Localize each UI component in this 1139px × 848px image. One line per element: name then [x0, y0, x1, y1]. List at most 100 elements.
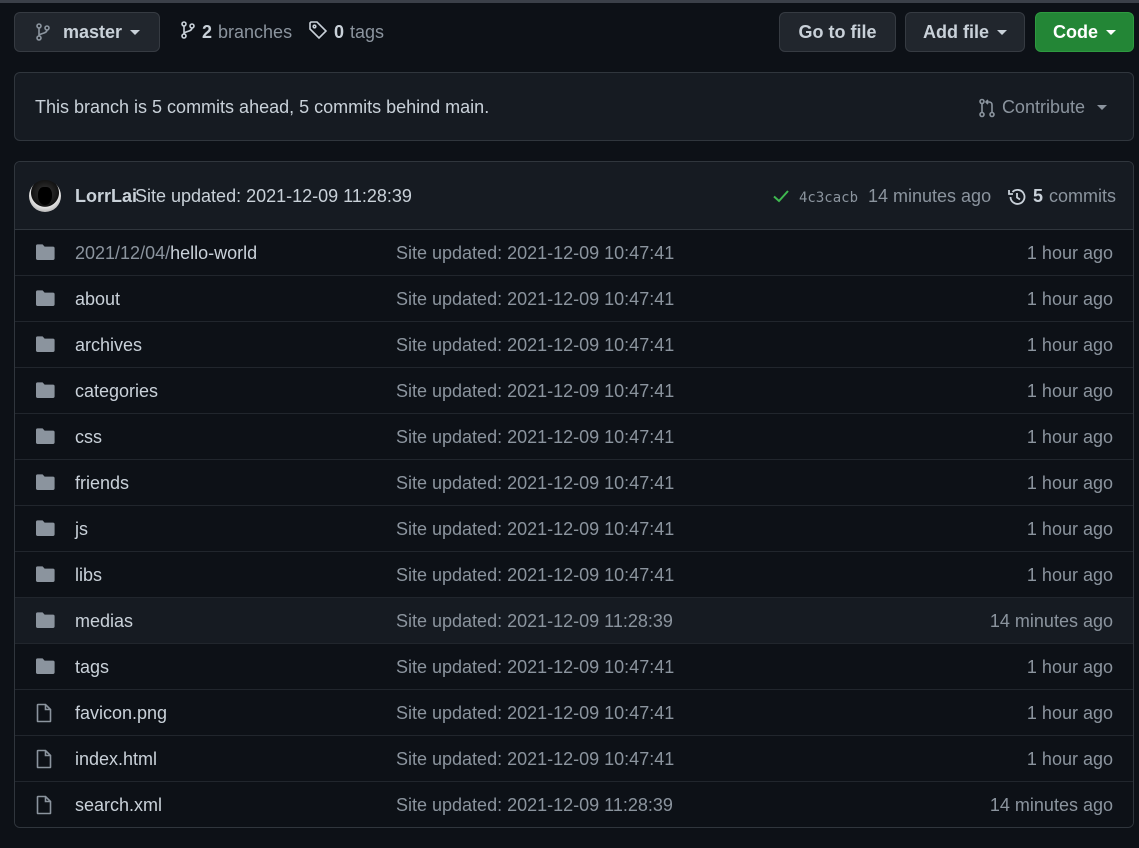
file-name-link[interactable]: categories	[75, 381, 158, 402]
chevron-down-icon	[130, 29, 141, 35]
file-icon	[35, 703, 55, 723]
folder-icon	[35, 381, 55, 401]
go-to-file-button[interactable]: Go to file	[779, 12, 896, 52]
file-commit-message[interactable]: Site updated: 2021-12-09 10:47:41	[396, 335, 674, 356]
commit-sha[interactable]: 4c3cacb	[799, 190, 858, 206]
add-file-button[interactable]: Add file	[905, 12, 1025, 52]
file-name: search.xml	[75, 795, 163, 815]
commit-message[interactable]: Site updated: 2021-12-09 11:28:39	[135, 186, 412, 207]
avatar[interactable]	[29, 180, 61, 212]
file-commit-message[interactable]: Site updated: 2021-12-09 10:47:41	[396, 289, 674, 310]
commits-count: 5	[1033, 186, 1044, 206]
table-row[interactable]: categories Site updated: 2021-12-09 10:47…	[15, 368, 1133, 414]
file-name-link[interactable]: js	[75, 519, 88, 540]
file-age: 1 hour ago	[1026, 657, 1113, 677]
file-commit-message[interactable]: Site updated: 2021-12-09 10:47:41	[396, 381, 674, 402]
contribute-label: Contribute	[1001, 97, 1085, 117]
file-commit-message[interactable]: Site updated: 2021-12-09 10:47:41	[396, 243, 674, 264]
file-name-link[interactable]: tags	[75, 657, 109, 678]
table-row[interactable]: about Site updated: 2021-12-09 10:47:41 1 …	[15, 276, 1133, 322]
commit-author[interactable]: LorrLai	[75, 186, 137, 207]
table-row[interactable]: favicon.png Site updated: 2021-12-09 10:4…	[15, 690, 1133, 736]
tags-count: 0	[334, 21, 345, 42]
file-commit-message[interactable]: Site updated: 2021-12-09 10:47:41	[396, 427, 674, 448]
check-icon[interactable]	[772, 188, 790, 204]
code-button[interactable]: Code	[1035, 12, 1134, 52]
table-row[interactable]: index.html Site updated: 2021-12-09 10:47…	[15, 736, 1133, 782]
table-row[interactable]: friends Site updated: 2021-12-09 10:47:41…	[15, 460, 1133, 506]
folder-icon	[35, 335, 55, 355]
pull-request-icon	[978, 98, 996, 118]
add-file-label: Add file	[923, 21, 989, 42]
file-age: 1 hour ago	[1026, 335, 1113, 355]
branch-selector-button[interactable]: master	[14, 12, 160, 52]
file-name: libs	[75, 565, 103, 585]
branches-link[interactable]: 2 branches	[180, 12, 292, 52]
branches-label: branches	[218, 21, 293, 42]
folder-icon	[35, 427, 55, 447]
branch-status-box: This branch is 5 commits ahead, 5 commit…	[14, 72, 1134, 141]
folder-icon	[35, 243, 55, 263]
table-row[interactable]: search.xml Site updated: 2021-12-09 11:28…	[15, 782, 1133, 827]
git-branch-icon	[180, 20, 196, 44]
table-row[interactable]: js Site updated: 2021-12-09 10:47:41 1 hou…	[15, 506, 1133, 552]
file-name-link[interactable]: 2021/12/04/hello-world	[75, 243, 257, 264]
file-age: 14 minutes ago	[989, 795, 1113, 815]
branches-count: 2	[202, 21, 213, 42]
file-age: 14 minutes ago	[989, 611, 1113, 631]
file-name-link[interactable]: index.html	[75, 749, 157, 770]
latest-commit-header: LorrLai Site updated: 2021-12-09 11:28:3…	[15, 162, 1133, 230]
file-commit-message[interactable]: Site updated: 2021-12-09 11:28:39	[396, 611, 673, 632]
file-name: categories	[75, 381, 159, 401]
file-commit-message[interactable]: Site updated: 2021-12-09 10:47:41	[396, 703, 674, 724]
commit-time: 14 minutes ago	[868, 186, 992, 206]
file-commit-message[interactable]: Site updated: 2021-12-09 11:28:39	[396, 795, 673, 816]
file-name-link[interactable]: about	[75, 289, 120, 310]
file-name-link[interactable]: archives	[75, 335, 142, 356]
branch-name: master	[63, 21, 123, 42]
table-row[interactable]: 2021/12/04/hello-world Site updated: 2021…	[15, 230, 1133, 276]
file-age: 1 hour ago	[1026, 381, 1113, 401]
file-commit-message[interactable]: Site updated: 2021-12-09 10:47:41	[396, 657, 674, 678]
folder-icon	[35, 611, 55, 631]
table-row[interactable]: tags Site updated: 2021-12-09 10:47:41 1 h…	[15, 644, 1133, 690]
tags-link[interactable]: 0 tags	[308, 12, 384, 52]
file-name: medias	[75, 611, 134, 631]
git-branch-icon	[35, 23, 51, 41]
table-row[interactable]: css Site updated: 2021-12-09 10:47:41 1 ho…	[15, 414, 1133, 460]
table-row[interactable]: libs Site updated: 2021-12-09 10:47:41 1 h…	[15, 552, 1133, 598]
file-list: 2021/12/04/hello-world Site updated: 2021…	[15, 230, 1133, 827]
file-name-link[interactable]: search.xml	[75, 795, 162, 816]
code-label: Code	[1053, 21, 1098, 42]
chevron-down-icon	[997, 29, 1007, 35]
commits-history-link[interactable]: 5 commits	[1007, 186, 1116, 207]
file-name-link[interactable]: favicon.png	[75, 703, 167, 724]
file-age: 1 hour ago	[1026, 243, 1113, 263]
file-age: 1 hour ago	[1026, 703, 1113, 723]
file-commit-message[interactable]: Site updated: 2021-12-09 10:47:41	[396, 565, 674, 586]
file-commit-message[interactable]: Site updated: 2021-12-09 10:47:41	[396, 473, 674, 494]
repo-toolbar: master 2 branches 0 tags Go to file Add …	[14, 12, 1134, 52]
file-browser: LorrLai Site updated: 2021-12-09 11:28:3…	[14, 161, 1134, 828]
file-name-link[interactable]: css	[75, 427, 102, 448]
file-commit-message[interactable]: Site updated: 2021-12-09 10:47:41	[396, 519, 674, 540]
file-name: tags	[75, 657, 110, 677]
file-commit-message[interactable]: Site updated: 2021-12-09 10:47:41	[396, 749, 674, 770]
file-icon	[35, 749, 55, 769]
chevron-down-icon	[1106, 29, 1116, 35]
table-row[interactable]: archives Site updated: 2021-12-09 10:47:4…	[15, 322, 1133, 368]
file-age: 1 hour ago	[1026, 565, 1113, 585]
tag-icon	[308, 20, 328, 45]
file-name: archives	[75, 335, 143, 355]
commits-label: commits	[1049, 186, 1117, 206]
file-age: 1 hour ago	[1026, 519, 1113, 539]
table-row[interactable]: medias Site updated: 2021-12-09 11:28:39 1…	[15, 598, 1133, 644]
file-name-link[interactable]: friends	[75, 473, 129, 494]
file-name-link[interactable]: medias	[75, 611, 133, 632]
file-name: index.html	[75, 749, 158, 769]
file-name-link[interactable]: libs	[75, 565, 102, 586]
contribute-dropdown[interactable]: Contribute	[978, 97, 1107, 118]
folder-icon	[35, 289, 55, 309]
folder-icon	[35, 473, 55, 493]
file-name: css	[75, 427, 102, 447]
